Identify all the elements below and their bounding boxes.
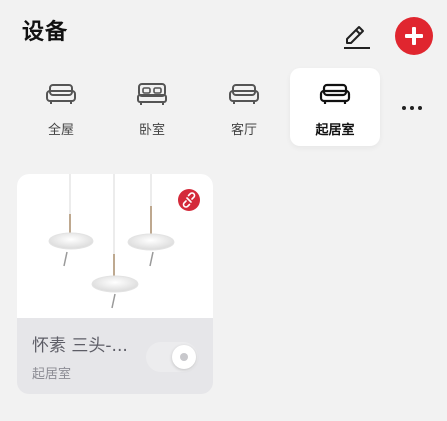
power-toggle[interactable] bbox=[146, 342, 198, 372]
sofa-icon bbox=[229, 84, 259, 104]
toggle-knob bbox=[172, 345, 196, 369]
device-image bbox=[17, 174, 213, 318]
sofa-icon bbox=[46, 84, 76, 104]
tab-whole-house[interactable]: 全屋 bbox=[16, 68, 106, 146]
device-name: 怀素 三头-... bbox=[32, 336, 128, 356]
header: 设备 bbox=[0, 0, 447, 62]
page-title: 设备 bbox=[22, 20, 69, 45]
add-device-button[interactable] bbox=[395, 17, 433, 55]
bed-icon bbox=[137, 83, 167, 105]
device-card[interactable]: 怀素 三头-... 起居室 bbox=[17, 174, 213, 394]
sofa-icon bbox=[319, 83, 351, 104]
more-icon[interactable] bbox=[394, 100, 430, 114]
room-label: 卧室 bbox=[138, 123, 165, 138]
tab-bedroom[interactable]: 卧室 bbox=[107, 68, 197, 146]
devices-screen: 设备 全屋 卧室 客厅 起居室 怀素 三头-... 起居室 bbox=[0, 0, 447, 421]
room-label: 客厅 bbox=[230, 123, 257, 138]
room-label: 起居室 bbox=[315, 123, 355, 138]
room-tabs: 全屋 卧室 客厅 起居室 bbox=[0, 66, 447, 150]
device-room: 起居室 bbox=[32, 367, 72, 382]
tab-living-room[interactable]: 客厅 bbox=[199, 68, 289, 146]
offline-link-icon bbox=[178, 189, 200, 211]
room-label: 全屋 bbox=[47, 123, 74, 138]
plus-icon bbox=[405, 27, 423, 45]
tab-lounge[interactable]: 起居室 bbox=[290, 68, 380, 146]
edit-button[interactable] bbox=[340, 20, 372, 52]
pencil-icon bbox=[344, 26, 370, 49]
